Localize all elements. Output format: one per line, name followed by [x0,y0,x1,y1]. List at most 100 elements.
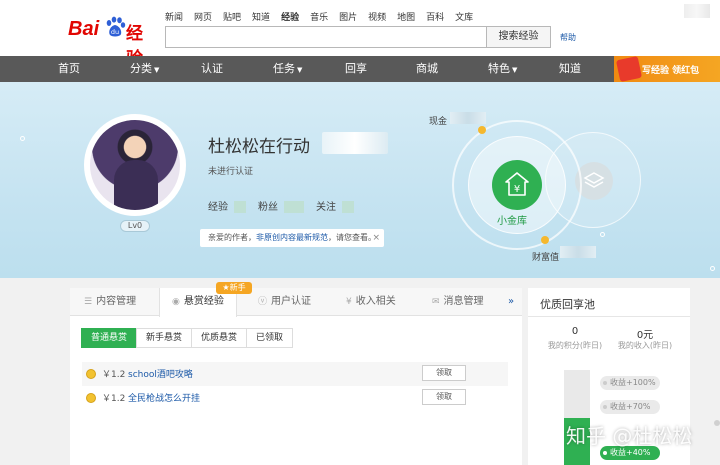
claim-button[interactable]: 领取 [422,365,466,381]
nav-item-task[interactable]: 任务 ▼ [273,56,302,82]
top-nav-links: 新闻 网页 贴吧 知道 经验 音乐 图片 视频 地图 百科 文库 [165,10,484,23]
shield-icon: ⓥ [258,297,268,307]
dot-icon [603,381,607,385]
home-yuan-icon: ¥ [505,172,529,196]
username-blurred-badge [322,132,388,154]
tab-user-certify-label: 用户认证 [271,296,312,307]
nav-item-share[interactable]: 回享 [345,56,367,82]
top-link-jingyan[interactable]: 经验 [281,10,299,23]
notice-link[interactable]: 非原创内容最新规范 [256,233,328,242]
reward-amount: ￥1.2 [102,394,126,404]
subtab-quality[interactable]: 优质悬赏 [191,328,248,348]
list-icon: ☰ [84,297,93,307]
level-pill-label: 收益+40% [610,448,651,457]
top-link-baike[interactable]: 百科 [426,10,444,23]
profile-stats: 经验 粉丝 关注 [208,198,366,213]
coin-icon [86,393,96,403]
vault-button[interactable]: ¥ [492,160,542,210]
avatar[interactable] [90,120,180,210]
points-label: 我的积分(昨日) [547,341,603,350]
nav-item-special[interactable]: 特色 ▼ [488,56,517,82]
top-link-image[interactable]: 图片 [339,10,357,23]
top-link-news[interactable]: 新闻 [165,10,183,23]
top-link-web[interactable]: 网页 [194,10,212,23]
new-badge-label: 新手 [229,283,246,292]
panel-tabs: ☰ 内容管理 ◉ 悬赏经验 ⓥ 用户认证 ¥ 收入相关 ✉ 消息管理 » [70,288,522,317]
top-link-map[interactable]: 地图 [397,10,415,23]
help-link[interactable]: 帮助 [560,32,576,43]
top-header: Bai du 经验 新闻 网页 贴吧 知道 经验 音乐 图片 视频 地图 百科 … [0,0,720,69]
level-pill: 收益+70% [600,400,660,414]
level-badge: Lv0 [120,220,150,232]
vault-label: 小金库 [497,216,527,227]
tab-income-label: 收入相关 [355,296,396,307]
stat-value-blurred [284,201,304,213]
coin-icon: ◉ [172,297,180,307]
reward-title-link[interactable]: school酒吧攻略 [128,367,193,380]
stat-value-blurred [342,201,354,213]
tab-messages-label: 消息管理 [443,296,484,307]
write-experience-promo[interactable]: 写经验 领红包 [614,55,720,83]
search-button[interactable]: 搜索经验 [487,26,551,48]
blurred-user-area[interactable] [684,4,710,18]
tab-user-certify[interactable]: ⓥ 用户认证 [258,288,311,316]
more-tabs-button[interactable]: » [508,288,514,316]
nav-item-zhidao[interactable]: 知道 [559,56,581,82]
points-value: 0 [571,326,579,337]
decor-dot [714,420,720,426]
tab-income[interactable]: ¥ 收入相关 [346,288,396,316]
nav-item-category[interactable]: 分类 ▼ [130,56,159,82]
yuan-icon: ¥ [346,297,352,307]
reward-title-link[interactable]: 全民枪战怎么开挂 [128,391,200,404]
tab-messages[interactable]: ✉ 消息管理 [432,288,484,316]
red-envelope-icon [615,55,643,83]
nav-item-mall-label: 商城 [416,62,438,75]
cash-value-blurred [450,112,486,124]
decor-dot [600,232,605,237]
star-icon: ★ [222,283,230,292]
divider [528,316,690,317]
notice-suffix: ，请您查看。 [328,233,376,242]
stat-value-blurred [234,201,246,213]
side-title: 优质回享池 [540,298,595,311]
cash-label: 现金 [429,117,448,127]
income-value: 0元 [636,330,654,341]
subtab-claimed[interactable]: 已领取 [246,328,294,348]
subtab-newbie[interactable]: 新手悬赏 [136,328,193,348]
list-item: ￥1.2 全民枪战怎么开挂 领取 [82,386,508,410]
verify-status[interactable]: 未进行认证 [208,164,253,177]
level-pill-label: 收益+100% [610,378,656,387]
notice-prefix: 亲爱的作者， [208,233,256,242]
tab-content-manage-label: 内容管理 [96,296,137,307]
claim-button[interactable]: 领取 [422,389,466,405]
level-pill-label: 收益+70% [610,402,651,411]
decor-dot [710,266,715,271]
baidu-paw-icon: du [106,16,126,37]
profile-banner: ¥ 小金库 现金 财富值 Lv0 杜松松在行动 未进行认证 经验 粉丝 关注 亲爱的… [0,82,720,278]
logo-text-bai: Bai [68,18,100,40]
dot-icon [603,405,607,409]
nav-item-special-label: 特色 [488,62,510,75]
top-link-zhidao[interactable]: 知道 [252,10,270,23]
new-badge: ★新手 [216,282,252,294]
nav-item-certify[interactable]: 认证 [201,56,223,82]
stat-label-following[interactable]: 关注 [316,202,336,213]
top-link-wenku[interactable]: 文库 [455,10,473,23]
search-input[interactable] [165,26,487,48]
income-label: 我的收入(昨日) [617,341,673,350]
wealth-indicator-dot [541,236,549,244]
tab-reward-experience-label: 悬赏经验 [183,296,224,307]
tab-content-manage[interactable]: ☰ 内容管理 [84,288,136,316]
nav-item-certify-label: 认证 [201,62,223,75]
nav-item-home[interactable]: 首页 [58,56,80,82]
mail-icon: ✉ [432,297,440,307]
top-link-video[interactable]: 视频 [368,10,386,23]
nav-item-mall[interactable]: 商城 [416,56,438,82]
top-link-tieba[interactable]: 贴吧 [223,10,241,23]
stat-label-fans[interactable]: 粉丝 [258,202,278,213]
wealth-label: 财富值 [532,253,560,263]
subtab-normal[interactable]: 普通悬赏 [81,328,138,348]
top-link-music[interactable]: 音乐 [310,10,328,23]
nav-item-home-label: 首页 [58,62,80,75]
close-icon[interactable]: × [372,229,380,247]
